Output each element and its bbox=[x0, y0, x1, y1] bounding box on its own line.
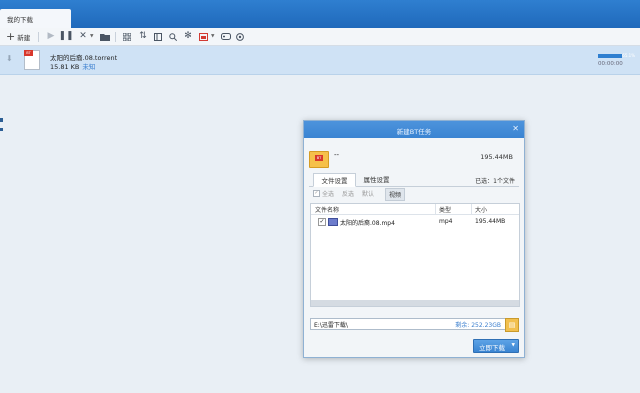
delete-icon[interactable]: ✕ bbox=[78, 28, 88, 45]
tab-file-settings[interactable]: 文件设置 bbox=[313, 173, 356, 187]
file-type: mp4 bbox=[439, 218, 453, 225]
total-size: 195.44MB bbox=[480, 153, 513, 161]
folder-icon: ▤ bbox=[508, 321, 516, 329]
task-time: 00:00:00 bbox=[598, 61, 623, 67]
invert-label: 反选 bbox=[342, 191, 355, 198]
column-divider bbox=[435, 204, 436, 214]
column-divider bbox=[471, 204, 472, 214]
task-name-value[interactable]: -- bbox=[334, 151, 339, 159]
tab-my-downloads[interactable]: 我的下载 bbox=[0, 9, 71, 28]
grid-icon[interactable] bbox=[122, 28, 132, 45]
invert-filter[interactable]: 反选 bbox=[342, 189, 354, 198]
toolbar-divider bbox=[38, 32, 39, 42]
edge-marker bbox=[0, 118, 3, 122]
chevron-down-icon[interactable]: ▼ bbox=[512, 343, 515, 348]
file-list: 文件名称 类型 大小 ✓ 太阳的后裔.08.mp4 mp4 195.44MB bbox=[310, 203, 520, 307]
delete-dropdown-icon[interactable]: ▼ bbox=[90, 28, 93, 45]
toolbar: + 新建 ▶ ❚❚ ✕ ▼ ⇅ ✻ ▼ bbox=[0, 28, 640, 46]
browse-folder-button[interactable]: ▤ bbox=[505, 318, 519, 332]
edge-marker bbox=[0, 128, 3, 131]
selected-count: 已选：1个文件 bbox=[475, 178, 515, 185]
default-label: 默认 bbox=[362, 191, 375, 198]
close-icon[interactable]: ✕ bbox=[512, 124, 519, 133]
torrent-file-icon: BT bbox=[24, 50, 40, 70]
search-icon[interactable] bbox=[168, 28, 178, 45]
sort-icon[interactable]: ⇅ bbox=[138, 28, 148, 45]
store-dropdown-icon[interactable]: ▼ bbox=[211, 28, 214, 45]
task-status: 未知 bbox=[82, 63, 96, 71]
file-list-header: 文件名称 类型 大小 bbox=[311, 204, 519, 215]
toolbar-divider bbox=[115, 32, 116, 42]
task-progress-text: 65.1% bbox=[622, 53, 635, 58]
dialog-title-bar[interactable]: 新建BT任务 ✕ bbox=[304, 121, 524, 138]
start-download-button[interactable]: 立即下载 ▼ bbox=[473, 339, 519, 353]
video-filter[interactable]: 视频 bbox=[385, 188, 406, 201]
folder-icon[interactable] bbox=[99, 28, 111, 45]
column-size[interactable]: 大小 bbox=[475, 205, 487, 214]
file-name: 太阳的后裔.08.mp4 bbox=[340, 220, 395, 227]
network-icon[interactable] bbox=[235, 28, 245, 45]
dialog-title: 新建BT任务 bbox=[396, 128, 432, 136]
select-all-label: 全选 bbox=[322, 191, 335, 198]
file-size: 195.44MB bbox=[475, 218, 506, 225]
task-size-value: 15.81 KB bbox=[50, 63, 80, 71]
new-bt-task-dialog: 新建BT任务 ✕ BT -- 195.44MB 文件设置 属性设置 已选：1个文… bbox=[303, 120, 525, 358]
select-all-checkbox[interactable]: ✓ bbox=[313, 190, 320, 197]
bt-task-icon: BT bbox=[309, 151, 329, 168]
select-all-filter[interactable]: ✓ 全选 bbox=[313, 189, 334, 198]
start-download-label: 立即下载 bbox=[479, 344, 505, 352]
new-task-button[interactable]: + 新建 bbox=[6, 28, 30, 45]
tab-label: 我的下载 bbox=[7, 16, 33, 24]
settings-icon[interactable]: ✻ bbox=[183, 28, 193, 45]
download-arrow-icon: ⬇ bbox=[6, 54, 13, 63]
file-checkbox[interactable]: ✓ bbox=[318, 218, 326, 226]
free-space: 剩余: 252.23GB bbox=[455, 322, 501, 329]
gamepad-icon[interactable] bbox=[220, 28, 232, 45]
save-path-value: E:\迅雷下载\ bbox=[314, 322, 348, 329]
task-file-size: 15.81 KB 未知 bbox=[50, 61, 95, 71]
file-row[interactable]: ✓ 太阳的后裔.08.mp4 mp4 195.44MB bbox=[311, 215, 519, 228]
task-row[interactable]: ⬇ BT 太阳的后裔.08.torrent 15.81 KB 未知 bbox=[0, 46, 640, 75]
tab-property-settings-label: 属性设置 bbox=[363, 176, 390, 184]
default-filter[interactable]: 默认 bbox=[362, 189, 374, 198]
store-icon[interactable] bbox=[198, 28, 208, 45]
horizontal-scrollbar[interactable] bbox=[311, 300, 519, 306]
details-icon[interactable] bbox=[153, 28, 163, 45]
tab-file-settings-label: 文件设置 bbox=[321, 177, 348, 185]
plus-icon: + bbox=[6, 30, 16, 43]
video-label: 视频 bbox=[389, 192, 402, 199]
new-task-label: 新建 bbox=[17, 33, 31, 42]
pause-icon[interactable]: ❚❚ bbox=[58, 28, 73, 45]
column-type[interactable]: 类型 bbox=[439, 205, 451, 214]
video-file-icon bbox=[328, 218, 338, 226]
save-path-input[interactable]: E:\迅雷下载\ 剩余: 252.23GB bbox=[310, 318, 506, 330]
start-icon[interactable]: ▶ bbox=[46, 28, 56, 45]
title-bar: 我的下载 bbox=[0, 0, 640, 28]
column-name[interactable]: 文件名称 bbox=[315, 205, 339, 214]
file-filters: ✓ 全选 反选 默认 视频 bbox=[309, 187, 519, 201]
tab-property-settings[interactable]: 属性设置 bbox=[356, 173, 397, 185]
